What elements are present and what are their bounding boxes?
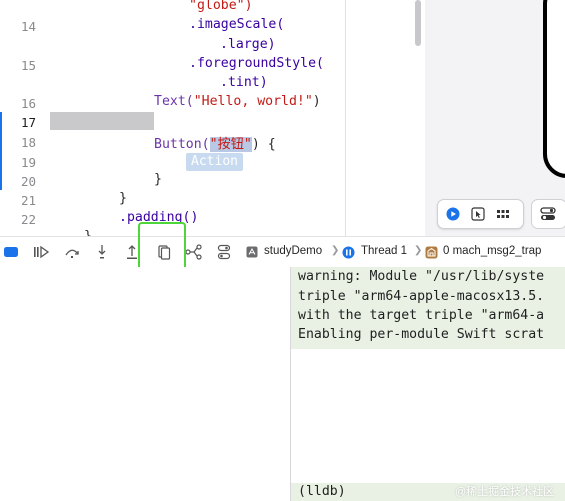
line-number: 20 [20, 174, 36, 189]
action-placeholder-token[interactable]: Action [186, 153, 243, 171]
environment-overrides-icon[interactable] [215, 243, 233, 261]
live-preview-icon[interactable] [445, 206, 461, 222]
line-number: 16 [20, 96, 36, 111]
variables-view[interactable] [0, 267, 290, 501]
thread-icon [341, 243, 355, 261]
device-settings-control [531, 199, 565, 229]
console-line: Enabling per-module Swift scrat [298, 327, 545, 342]
code-line[interactable]: "globe") [189, 0, 253, 13]
device-settings-icon[interactable] [540, 206, 556, 222]
view-type: Text( [154, 94, 194, 109]
editor-canvas-divider[interactable] [345, 0, 346, 236]
debug-bar: studyDemo ❯ Thread 1 ❯ 0 mach_msg2_trap [0, 236, 565, 268]
selectable-mode-icon[interactable] [470, 206, 486, 222]
hide-debug-area-icon[interactable] [2, 243, 20, 261]
code-editor[interactable]: 14 15 16 17 18 19 20 21 22 "globe") .ima… [0, 0, 345, 236]
line-number: 14 [20, 19, 36, 34]
code-line[interactable]: Button("按钮") { [154, 133, 276, 152]
line-number: 19 [20, 155, 36, 170]
console-line: triple "arm64-apple-macosx13.5. [298, 289, 545, 304]
code-line[interactable]: } [154, 172, 162, 187]
code-line[interactable]: .tint) [220, 75, 268, 90]
console-line: with the target triple "arm64-a [298, 308, 545, 323]
editor-scrollbar-thumb[interactable] [415, 0, 421, 46]
line-number: 15 [20, 58, 36, 73]
breadcrumb-frame[interactable]: 0 mach_msg2_trap [443, 245, 541, 257]
device-frame [543, 0, 565, 178]
console-line: warning: Module "/usr/lib/syste [298, 269, 545, 284]
watermark: @稀土掘金技术社区 [455, 486, 555, 498]
console-output: warning: Module "/usr/lib/syste triple "… [291, 267, 565, 349]
debug-memory-graph-icon[interactable] [185, 243, 203, 261]
string-literal-highlighted: "按钮" [209, 137, 252, 152]
line-number: 21 [20, 193, 36, 208]
code-line[interactable]: .large) [220, 37, 276, 52]
code-line[interactable]: .foregroundStyle( [189, 56, 324, 71]
string-literal: "Hello, world!" [193, 94, 313, 109]
code-line[interactable]: .imageScale( [189, 17, 284, 32]
breadcrumb-project[interactable]: studyDemo [264, 245, 322, 257]
punctuation: ) { [251, 137, 276, 152]
string-literal: "globe") [189, 0, 253, 13]
line-number: 22 [20, 212, 36, 227]
view-type: Button( [154, 137, 210, 152]
enum-case: .tint) [220, 75, 268, 90]
app-target-icon [245, 243, 259, 261]
modifier: .foregroundStyle( [189, 56, 324, 71]
console-view[interactable]: warning: Module "/usr/lib/syste triple "… [291, 267, 565, 501]
modifier: .imageScale( [189, 17, 285, 32]
variants-grid-icon[interactable] [495, 206, 511, 222]
code-line[interactable]: } [119, 191, 127, 206]
continue-execution-icon[interactable] [33, 243, 51, 261]
line-number: 18 [20, 135, 36, 150]
redacted-block [50, 112, 154, 130]
line-number-current: 17 [20, 115, 36, 130]
breadcrumb-thread[interactable]: Thread 1 [361, 245, 407, 257]
step-over-icon[interactable] [63, 243, 81, 261]
preview-controls [437, 199, 524, 229]
stack-frame-icon [424, 243, 438, 261]
code-line[interactable]: Text("Hello, world!") [154, 94, 321, 109]
breadcrumb-chevron-icon: ❯ [331, 245, 340, 256]
breadcrumb-chevron-icon: ❯ [414, 245, 423, 256]
code-line[interactable]: } [84, 229, 92, 236]
lldb-prompt: (lldb) [298, 484, 346, 499]
step-into-icon[interactable] [93, 243, 111, 261]
punctuation: ) [312, 94, 321, 109]
enum-case: .large) [220, 37, 276, 52]
